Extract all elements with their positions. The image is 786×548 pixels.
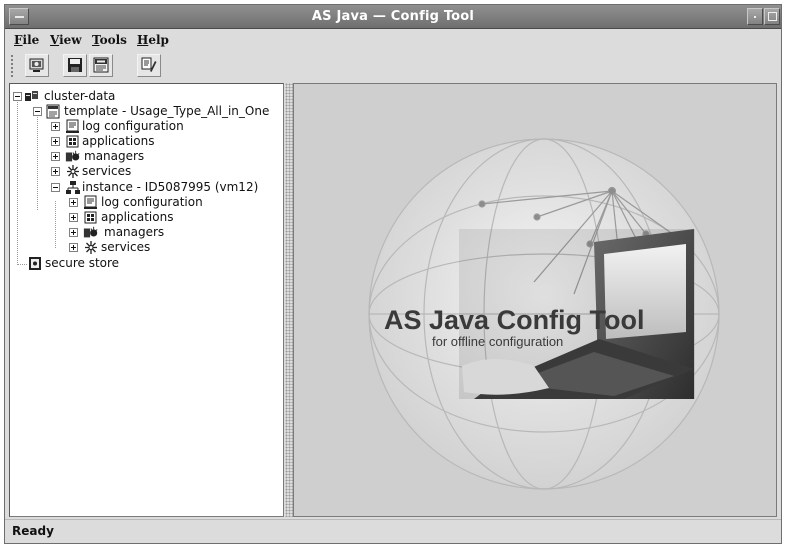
- save-icon: [68, 58, 82, 72]
- tree-node-instance-applications[interactable]: applications: [10, 210, 280, 225]
- instance-icon: [66, 181, 80, 194]
- log-icon: [66, 119, 79, 133]
- tree-node-services[interactable]: services: [10, 164, 280, 179]
- tree-node-applications[interactable]: applications: [10, 134, 280, 149]
- expand-icon[interactable]: [51, 122, 60, 131]
- connect-button[interactable]: [25, 54, 49, 77]
- collapse-icon[interactable]: [13, 92, 22, 101]
- tree-node-instance-managers[interactable]: managers: [10, 225, 280, 240]
- save-button[interactable]: [63, 54, 87, 77]
- tree-node-cluster[interactable]: cluster-data: [10, 89, 280, 104]
- expand-icon[interactable]: [69, 228, 78, 237]
- tree-node-instance-log-configuration[interactable]: log configuration: [10, 195, 280, 210]
- tree-node-instance[interactable]: instance - ID5087995 (vm12): [10, 180, 280, 195]
- menu-bar: File View Tools Help: [5, 30, 781, 50]
- splash-image: AS Java Config Tool for offline configur…: [368, 138, 720, 490]
- config-tree[interactable]: cluster-data template - Usage_Type_All_i…: [9, 83, 284, 517]
- log-icon: [84, 195, 97, 209]
- toolbar: [5, 50, 781, 82]
- edit-icon: [141, 57, 157, 72]
- splash-subtitle: for offline configuration: [432, 334, 563, 349]
- collapse-icon[interactable]: [51, 183, 60, 192]
- minimize-icon: [754, 16, 756, 18]
- applications-icon: [66, 135, 79, 148]
- tree-node-template[interactable]: template - Usage_Type_All_in_One: [10, 104, 280, 119]
- tree-node-secure-store[interactable]: secure store: [10, 256, 280, 271]
- splash-panel: AS Java Config Tool for offline configur…: [293, 83, 777, 517]
- maximize-icon: [768, 12, 777, 21]
- menu-file[interactable]: File: [14, 33, 39, 47]
- tree-node-log-configuration[interactable]: log configuration: [10, 119, 280, 134]
- connect-icon: [29, 58, 44, 72]
- splash-title: AS Java Config Tool: [384, 305, 645, 335]
- menu-tools[interactable]: Tools: [92, 33, 127, 47]
- export-xml-icon: [93, 57, 109, 73]
- expand-icon[interactable]: [69, 243, 78, 252]
- title-bar[interactable]: AS Java — Config Tool: [5, 5, 781, 29]
- tree-node-instance-services[interactable]: services: [10, 240, 280, 255]
- expand-icon[interactable]: [69, 213, 78, 222]
- split-pane-divider[interactable]: [285, 83, 293, 517]
- expand-icon[interactable]: [51, 167, 60, 176]
- menu-help[interactable]: Help: [137, 33, 169, 47]
- export-xml-button[interactable]: [89, 54, 113, 77]
- toolbar-grip[interactable]: [10, 54, 14, 78]
- status-text: Ready: [12, 524, 54, 538]
- main-window: AS Java — Config Tool File View Tools He…: [4, 4, 782, 544]
- window-title: AS Java — Config Tool: [311, 9, 475, 24]
- services-icon: [67, 165, 79, 178]
- applications-icon: [84, 211, 97, 224]
- expand-icon[interactable]: [69, 198, 78, 207]
- edit-button[interactable]: [137, 54, 161, 77]
- expand-icon[interactable]: [51, 137, 60, 146]
- services-icon: [85, 241, 97, 254]
- collapse-icon[interactable]: [33, 107, 42, 116]
- expand-icon[interactable]: [51, 152, 60, 161]
- managers-icon: [83, 226, 98, 238]
- secure-store-icon: [29, 257, 41, 270]
- cluster-icon: [25, 91, 38, 101]
- managers-icon: [65, 150, 80, 162]
- template-icon: [46, 104, 60, 119]
- status-bar: Ready: [5, 519, 781, 543]
- tree-node-managers[interactable]: managers: [10, 149, 280, 164]
- minimize-button[interactable]: [747, 8, 763, 25]
- maximize-button[interactable]: [764, 8, 780, 25]
- menu-view[interactable]: View: [50, 33, 82, 47]
